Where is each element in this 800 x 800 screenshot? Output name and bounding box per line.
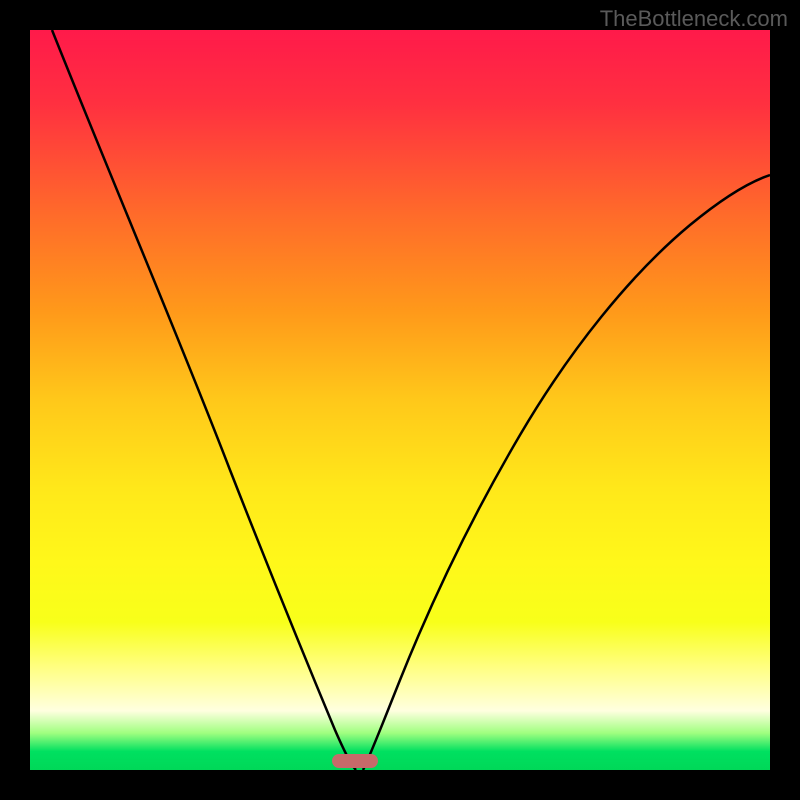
- curve-svg: [30, 30, 770, 770]
- bottleneck-curve-left: [52, 30, 356, 770]
- bottleneck-curve-right: [363, 175, 770, 770]
- plot-area: [30, 30, 770, 770]
- valley-marker: [332, 754, 378, 768]
- watermark-text: TheBottleneck.com: [600, 6, 788, 32]
- chart-container: TheBottleneck.com: [0, 0, 800, 800]
